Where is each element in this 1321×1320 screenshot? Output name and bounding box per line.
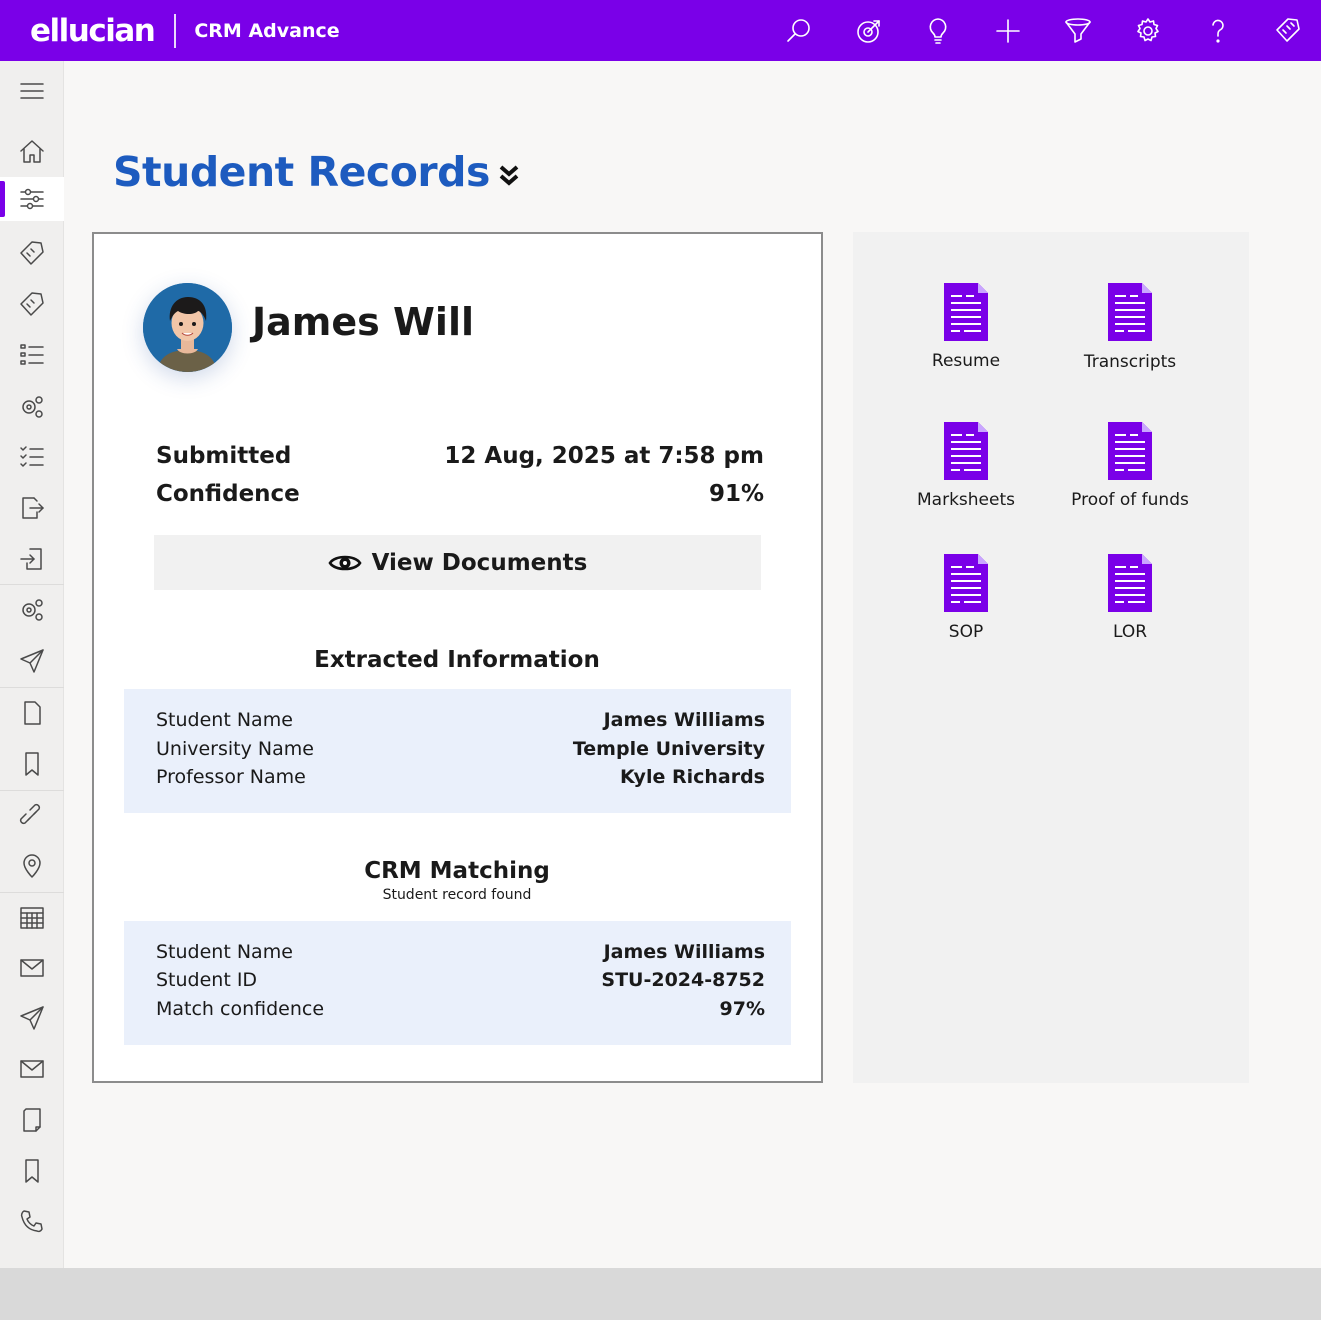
phone-icon[interactable] [0, 1200, 64, 1244]
document-label: Resume [931, 351, 1001, 371]
list-icon[interactable] [0, 333, 64, 377]
view-documents-label: View Documents [371, 549, 588, 576]
bottom-bar [0, 1268, 1321, 1320]
extracted-info-title: Extracted Information [314, 647, 600, 673]
document-lor[interactable]: LOR [1050, 554, 1210, 664]
tag-icon[interactable] [1270, 13, 1306, 49]
crm-row-match-confidence: Match confidence 97% [124, 998, 791, 1027]
document-icon [1108, 554, 1152, 612]
send-icon[interactable] [0, 996, 64, 1040]
info-value: James Williams [603, 941, 765, 963]
crm-matching-box: Student Name James Williams Student ID S… [124, 921, 791, 1045]
document-resume[interactable]: Resume [886, 283, 1046, 393]
avatar [143, 283, 232, 372]
send-icon[interactable] [0, 639, 64, 683]
info-value: Kyle Richards [620, 766, 765, 788]
mail-icon[interactable] [0, 946, 64, 990]
document-icon[interactable] [0, 691, 64, 735]
submitted-value: 12 Aug, 2025 at 7:58 pm [444, 443, 764, 469]
document-label: LOR [1112, 622, 1148, 642]
tag-icon[interactable] [0, 283, 64, 327]
import-icon[interactable] [0, 537, 64, 581]
filter-icon[interactable] [1060, 13, 1096, 49]
lightbulb-icon[interactable] [920, 13, 956, 49]
extracted-row-student-name: Student Name James Williams [124, 709, 791, 738]
calendar-icon[interactable] [0, 895, 64, 939]
document-icon [1108, 283, 1152, 341]
info-label: Match confidence [156, 998, 325, 1020]
document-icon [1108, 422, 1152, 480]
plus-icon[interactable] [990, 13, 1026, 49]
document-transcripts[interactable]: Transcripts [1050, 283, 1210, 393]
checklist-icon[interactable] [0, 435, 64, 479]
info-value: 97% [719, 998, 765, 1020]
gears-icon[interactable] [0, 588, 64, 632]
chevron-double-down-icon[interactable] [496, 162, 522, 190]
extracted-row-university-name: University Name Temple University [124, 738, 791, 767]
submitted-label: Submitted [156, 443, 292, 469]
info-value: James Williams [603, 709, 765, 731]
gear-icon[interactable] [1130, 13, 1166, 49]
page-title: Student Records [113, 148, 490, 196]
document-marksheets[interactable]: Marksheets [886, 422, 1046, 532]
document-label: Marksheets [917, 490, 1015, 510]
tag-icon[interactable] [0, 232, 64, 276]
crm-matching-title: CRM Matching [364, 858, 550, 884]
document-sop[interactable]: SOP [886, 554, 1046, 664]
target-icon[interactable] [851, 13, 887, 49]
gears-icon[interactable] [0, 385, 64, 429]
student-name: James Will [252, 300, 474, 344]
info-value: STU-2024-8752 [601, 969, 765, 991]
sliders-icon[interactable] [0, 177, 64, 221]
info-label: Professor Name [156, 766, 306, 788]
extracted-info-box: Student Name James Williams University N… [124, 689, 791, 813]
header-actions [0, 13, 1321, 49]
mail-icon[interactable] [0, 1047, 64, 1091]
info-label: University Name [156, 738, 314, 760]
sidebar-divider [0, 584, 64, 585]
view-documents-button[interactable]: View Documents [154, 535, 761, 590]
document-label: Transcripts [1083, 352, 1177, 372]
crm-matching-subtitle: Student record found [382, 887, 532, 903]
bookmark-icon[interactable] [0, 742, 64, 786]
search-icon[interactable] [781, 13, 817, 49]
info-label: Student Name [156, 709, 293, 731]
left-sidebar [0, 61, 64, 1268]
confidence-value: 91% [708, 481, 764, 507]
sidebar-divider [0, 687, 64, 688]
link-icon[interactable] [0, 794, 64, 838]
crm-row-student-name: Student Name James Williams [124, 941, 791, 970]
top-bar: ellucian CRM Advance [0, 0, 1321, 61]
info-label: Student Name [156, 941, 293, 963]
bookmark-icon[interactable] [0, 1149, 64, 1193]
document-label: SOP [948, 622, 984, 642]
info-label: Student ID [156, 969, 258, 991]
sidebar-divider [0, 892, 64, 893]
document-icon [944, 283, 988, 341]
notes-icon[interactable] [0, 1098, 64, 1142]
sidebar-divider [0, 790, 64, 791]
document-icon [944, 422, 988, 480]
document-icon [944, 554, 988, 612]
crm-row-student-id: Student ID STU-2024-8752 [124, 969, 791, 998]
eye-icon [328, 555, 362, 570]
menu-icon[interactable] [0, 69, 64, 113]
info-value: Temple University [572, 738, 765, 760]
home-icon[interactable] [0, 130, 64, 174]
extracted-row-professor-name: Professor Name Kyle Richards [124, 766, 791, 795]
document-proof-of-funds[interactable]: Proof of funds [1050, 422, 1210, 532]
confidence-label: Confidence [156, 481, 300, 507]
export-icon[interactable] [0, 486, 64, 530]
location-icon[interactable] [0, 844, 64, 888]
help-icon[interactable] [1200, 13, 1236, 49]
document-label: Proof of funds [1071, 490, 1189, 510]
